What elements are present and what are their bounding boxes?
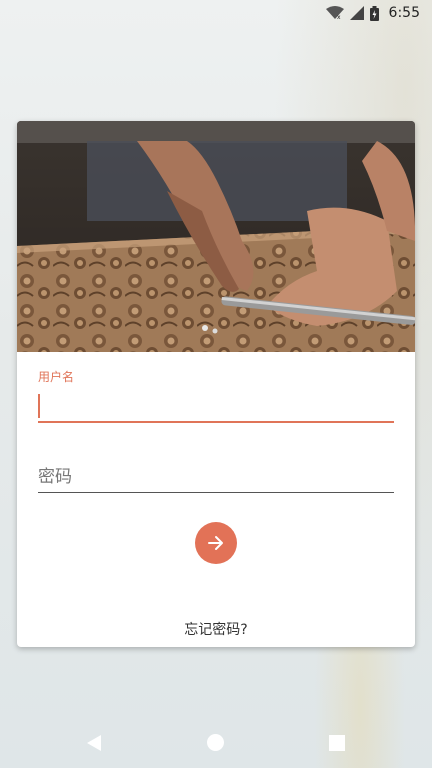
status-time: 6:55	[388, 5, 420, 21]
status-bar: x 6:55	[0, 0, 432, 26]
username-label: 用户名	[38, 370, 75, 384]
hero-image	[17, 121, 415, 352]
back-icon[interactable]	[86, 734, 102, 756]
arrow-right-icon	[208, 536, 223, 550]
username-input[interactable]	[38, 389, 394, 423]
recents-icon[interactable]	[329, 735, 345, 751]
battery-icon	[369, 5, 379, 21]
forgot-password-link[interactable]: 忘记密码?	[17, 619, 415, 639]
password-input[interactable]	[38, 461, 394, 493]
login-card: 用户名 忘记密码?	[17, 121, 415, 647]
text-caret	[38, 394, 40, 418]
wifi-icon: x	[325, 6, 344, 20]
submit-button[interactable]	[195, 522, 237, 564]
signal-icon	[349, 6, 364, 20]
navigation-bar	[0, 718, 432, 768]
svg-text:x: x	[337, 14, 341, 20]
home-icon[interactable]	[207, 734, 224, 751]
